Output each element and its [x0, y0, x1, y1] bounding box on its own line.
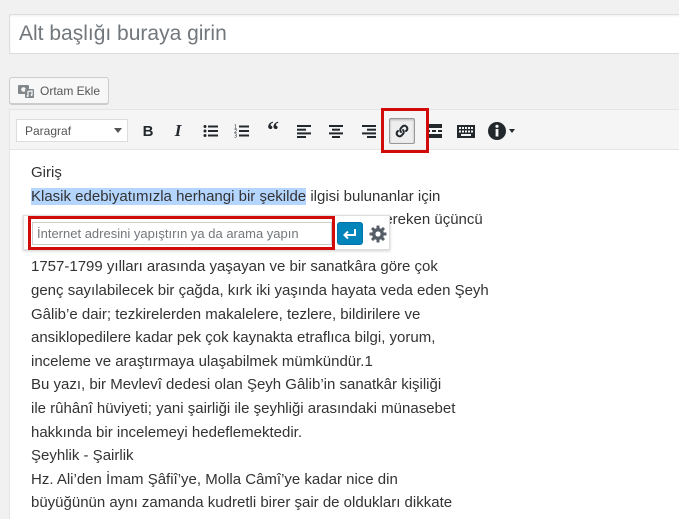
editor-toolbar: Paragraf B I 1 2 3 “ [10, 110, 679, 150]
inline-link-popup [23, 215, 390, 250]
content-line: hakkında bir incelemeyi hedeflemektedir. [31, 423, 302, 441]
paragraph-format-select[interactable]: Paragraf [16, 119, 128, 142]
title-field-wrapper [9, 14, 679, 54]
align-left-button[interactable] [291, 118, 317, 144]
align-right-button[interactable] [356, 118, 382, 144]
bulleted-list-icon [203, 125, 218, 137]
content-line: Şeyhlik - Şairlik [31, 447, 134, 465]
enter-icon [343, 228, 356, 239]
italic-button[interactable]: I [165, 118, 191, 144]
content-line: Gâlib’e dair; tezkirelerden makalelere, … [31, 305, 421, 323]
link-icon [395, 124, 409, 138]
keyboard-icon [457, 124, 475, 138]
format-select-value: Paragraf [25, 123, 72, 138]
help-button[interactable] [485, 118, 519, 144]
blockquote-button[interactable]: “ [260, 118, 286, 144]
camera-music-icon [17, 83, 35, 99]
content-line: Klasik edebiyatımızla herhangi bir şekil… [31, 187, 441, 205]
link-url-input[interactable] [32, 222, 332, 245]
title-input[interactable] [10, 15, 679, 53]
content-line: ile rûhânî hüviyeti; yani şairliği ile ş… [31, 399, 456, 417]
italic-icon: I [174, 121, 182, 140]
chevron-down-icon [114, 128, 122, 133]
content-line: büyüğünün aynı zamanda kudretli birer şa… [31, 494, 453, 512]
gear-icon [369, 225, 387, 242]
content-line: Bu yazı, bir Mevlevî dedesi olan Şeyh Gâ… [31, 376, 442, 394]
content-line: ansiklopedilere kadar pek çok kaynakta e… [31, 329, 436, 347]
align-right-icon [361, 124, 376, 138]
add-media-button[interactable]: Ortam Ekle [9, 77, 110, 104]
info-icon [488, 122, 515, 140]
read-more-icon [426, 124, 442, 138]
add-media-label: Ortam Ekle [40, 83, 101, 98]
content-line: Giriş [31, 164, 62, 181]
quote-icon: “ [267, 118, 279, 144]
numbered-list-button[interactable]: 1 2 3 [229, 118, 255, 144]
apply-link-button[interactable] [337, 222, 363, 245]
content-line: 1757-1799 yılları arasında yaşayan ve bi… [31, 258, 438, 276]
content-line: inceleme ve araştırmaya ulaşabilmek mümk… [31, 352, 373, 370]
svg-text:3: 3 [234, 134, 237, 139]
bold-icon: B [142, 122, 154, 140]
content-line: Hz. Ali’den İmam Şâfiî’ye, Molla Câmî’ye… [31, 470, 398, 488]
selected-text: Klasik edebiyatımızla herhangi bir şekil… [31, 187, 307, 205]
align-left-icon [296, 124, 311, 138]
bold-button[interactable]: B [135, 118, 161, 144]
align-center-icon [328, 124, 343, 138]
toolbar-toggle-button[interactable] [453, 118, 479, 144]
numbered-list-icon: 1 2 3 [234, 125, 249, 139]
editor: Paragraf B I 1 2 3 “ Giriş Klasik edebiy… [9, 109, 679, 519]
read-more-button[interactable] [421, 118, 447, 144]
link-options-button[interactable] [367, 222, 389, 245]
content-line: genç sayılabilecek bir çağda, kırk iki y… [31, 281, 489, 299]
bulleted-list-button[interactable] [198, 118, 224, 144]
insert-link-button[interactable] [389, 118, 415, 144]
align-center-button[interactable] [323, 118, 349, 144]
